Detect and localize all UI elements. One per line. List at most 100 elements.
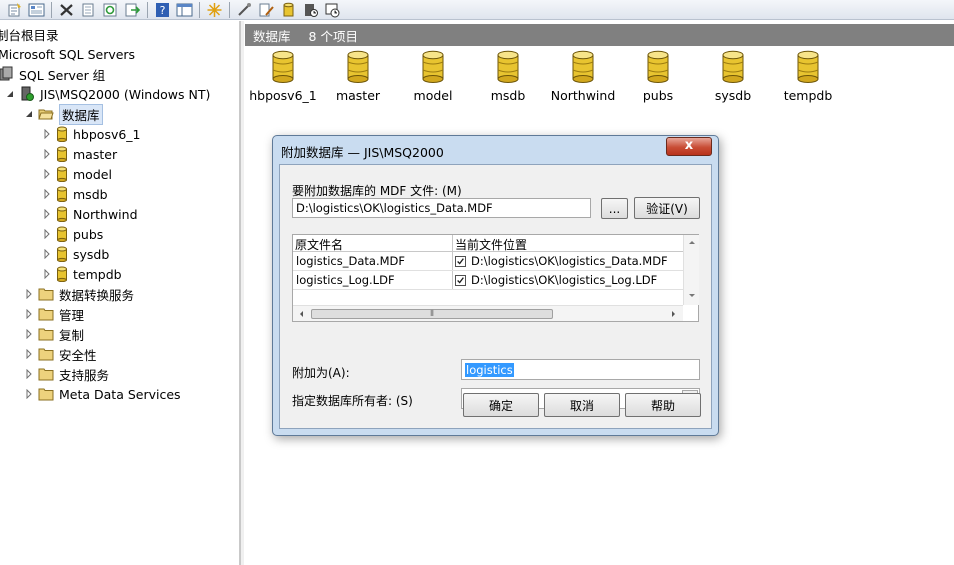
collapsed-arrow-icon[interactable]	[24, 369, 34, 379]
collapsed-arrow-icon[interactable]	[42, 209, 52, 219]
attach-as-field[interactable]: logistics	[461, 359, 700, 380]
collapsed-arrow-icon[interactable]	[42, 169, 52, 179]
collapsed-arrow-icon[interactable]	[24, 349, 34, 359]
tree-item-servers[interactable]: Microsoft SQL Servers	[0, 44, 135, 64]
collapsed-arrow-icon[interactable]	[42, 229, 52, 239]
file-location-cell: D:\logistics\OK\logistics_Log.LDF	[471, 273, 658, 287]
database-list-item[interactable]: model	[395, 50, 471, 103]
tree-item-db[interactable]: msdb	[42, 184, 108, 204]
browse-button[interactable]: ...	[601, 198, 628, 219]
refresh-icon[interactable]	[102, 2, 119, 18]
tree-item-db[interactable]: pubs	[42, 224, 103, 244]
scroll-right-icon[interactable]	[667, 306, 679, 322]
close-button[interactable]: x	[666, 137, 712, 156]
tree-item-folder[interactable]: 复制	[24, 324, 84, 344]
mdf-path-field[interactable]: D:\logistics\OK\logistics_Data.MDF	[292, 198, 591, 218]
collapsed-arrow-icon[interactable]	[42, 189, 52, 199]
grid-header-current-location[interactable]: 当前文件位置	[455, 236, 527, 253]
database-icon	[722, 50, 744, 83]
delete-icon[interactable]	[58, 2, 75, 18]
database-list-item[interactable]: pubs	[620, 50, 696, 103]
collapsed-arrow-icon[interactable]	[42, 149, 52, 159]
help-icon[interactable]: ?	[154, 2, 171, 18]
tree-item-db[interactable]: model	[42, 164, 112, 184]
collapsed-arrow-icon[interactable]	[42, 129, 52, 139]
tree-item-folder[interactable]: 支持服务	[24, 364, 109, 384]
database-icon	[57, 186, 67, 202]
database-list-item[interactable]: sysdb	[695, 50, 771, 103]
tree-item-label: JIS\MSQ2000 (Windows NT)	[40, 86, 211, 102]
table-row[interactable]: logistics_Data.MDF D:\logistics\OK\logis…	[293, 252, 683, 271]
wizard-icon[interactable]	[206, 2, 223, 18]
database-list-item[interactable]: Northwind	[545, 50, 621, 103]
tree-item-db[interactable]: master	[42, 144, 117, 164]
tree-item-folder[interactable]: Meta Data Services	[24, 384, 181, 404]
collapsed-arrow-icon[interactable]	[24, 289, 34, 299]
expanded-arrow-icon[interactable]	[24, 109, 34, 119]
database-icon	[422, 50, 444, 83]
dialog-title: 附加数据库 — JIS\MSQ2000	[281, 145, 444, 160]
vertical-scrollbar[interactable]	[683, 235, 699, 305]
tree-item-group[interactable]: SQL Server 组	[0, 64, 105, 84]
file-checkbox[interactable]	[455, 256, 466, 267]
ok-button[interactable]: 确定	[463, 393, 539, 417]
collapsed-arrow-icon[interactable]	[24, 389, 34, 399]
tree-item-databases[interactable]: 数据库	[24, 103, 103, 125]
tree-item-db[interactable]: Northwind	[42, 204, 138, 224]
database-icon[interactable]	[280, 2, 297, 18]
server-group-icon	[0, 66, 13, 81]
tree-item-label: msdb	[73, 186, 108, 202]
scroll-left-icon[interactable]	[296, 306, 308, 322]
mdf-label: 要附加数据库的 MDF 文件: (M)	[292, 184, 462, 198]
verify-button[interactable]: 验证(V)	[634, 197, 700, 219]
console-tree: 制台根目录 Microsoft SQL Servers SQL Server 组…	[0, 21, 240, 565]
tree-item-db[interactable]: hbposv6_1	[42, 124, 141, 144]
tree-item-folder[interactable]: 管理	[24, 304, 84, 324]
tree-item-db[interactable]: sysdb	[42, 244, 109, 264]
scroll-down-icon[interactable]	[684, 291, 700, 301]
table-row[interactable]: logistics_Log.LDF D:\logistics\OK\logist…	[293, 271, 683, 290]
database-name: msdb	[490, 88, 526, 103]
file-checkbox[interactable]	[455, 275, 466, 286]
attach-database-dialog: 附加数据库 — JIS\MSQ2000 x 要附加数据库的 MDF 文件: (M…	[272, 135, 719, 436]
properties-icon[interactable]	[28, 2, 45, 18]
tree-root[interactable]: 制台根目录	[0, 24, 59, 44]
scroll-up-icon[interactable]	[684, 237, 700, 247]
grid-header-original-name[interactable]: 原文件名	[295, 236, 343, 253]
tree-item-folder[interactable]: 安全性	[24, 344, 97, 364]
scroll-thumb[interactable]: ⦀	[311, 309, 553, 319]
database-icon	[57, 166, 67, 182]
horizontal-scrollbar[interactable]: ⦀	[293, 305, 683, 321]
pane-splitter[interactable]	[240, 21, 244, 565]
tree-item-server[interactable]: JIS\MSQ2000 (Windows NT)	[5, 84, 210, 104]
attach-as-value: logistics	[465, 362, 514, 377]
folder-icon	[38, 308, 54, 321]
export-icon[interactable]	[124, 2, 141, 18]
cancel-button[interactable]: 取消	[544, 393, 620, 417]
collapsed-arrow-icon[interactable]	[24, 309, 34, 319]
tree-root-label: 制台根目录	[0, 27, 59, 43]
edit-icon[interactable]	[258, 2, 275, 18]
svg-text:?: ?	[160, 4, 166, 17]
collapsed-arrow-icon[interactable]	[42, 269, 52, 279]
tree-item-label: 数据转换服务	[59, 287, 135, 303]
database-list-item[interactable]: master	[320, 50, 396, 103]
database-list-item[interactable]: msdb	[470, 50, 546, 103]
new-icon[interactable]	[6, 2, 23, 18]
tool-icon[interactable]	[236, 2, 253, 18]
collapsed-arrow-icon[interactable]	[42, 249, 52, 259]
database-list-item[interactable]: tempdb	[770, 50, 846, 103]
folder-icon	[38, 368, 54, 381]
expanded-arrow-icon[interactable]	[5, 89, 15, 99]
tree-item-db[interactable]: tempdb	[42, 264, 122, 284]
header-count: 8 个项目	[308, 28, 358, 44]
job-icon[interactable]	[324, 2, 341, 18]
panel-icon[interactable]	[176, 2, 193, 18]
collapsed-arrow-icon[interactable]	[24, 329, 34, 339]
tree-item-label: master	[73, 146, 118, 162]
tree-item-folder[interactable]: 数据转换服务	[24, 284, 134, 304]
copy-icon[interactable]	[80, 2, 97, 18]
help-button[interactable]: 帮助	[625, 393, 701, 417]
database-list-item[interactable]: hbposv6_1	[245, 50, 321, 103]
server-icon[interactable]	[302, 2, 319, 18]
